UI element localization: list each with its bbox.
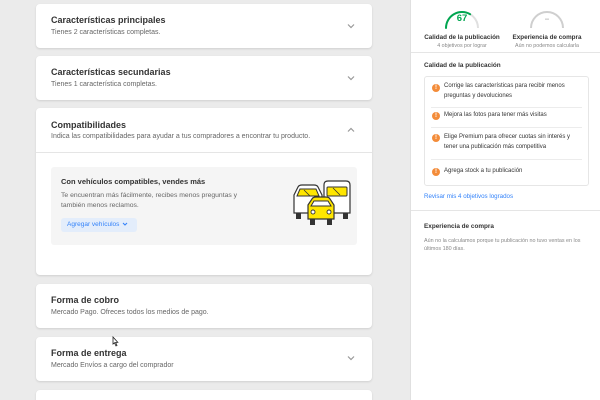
experience-section-title: Experiencia de compra [424, 223, 494, 230]
listing-sections: Características principales Tienes 2 car… [36, 0, 372, 400]
recommendations-list: ! Corrige las características para recib… [424, 76, 589, 186]
card-subtitle: Mercado Pago. Ofreces todos los medios d… [51, 309, 209, 316]
divider [411, 210, 600, 211]
divider [431, 127, 582, 128]
card-subtitle: Indica las compatibilidades para ayudar … [51, 133, 311, 140]
card-title: Características principales [51, 15, 166, 25]
quality-label: Calidad de la publicación [424, 34, 500, 41]
recommendation-item[interactable]: ! Agrega stock a tu publicación [425, 167, 588, 179]
experience-label: Experiencia de compra [512, 34, 582, 41]
card-delivery-method[interactable]: Forma de entrega Mercado Envíos a cargo … [36, 337, 372, 381]
compat-promo-box: Con vehículos compatibles, vendes más Te… [51, 167, 357, 245]
chevron-down-icon [120, 219, 130, 235]
quality-section-title: Calidad de la publicación [424, 62, 501, 69]
recommendation-text: Mejora las fotos para tener más visitas [444, 112, 547, 118]
warning-icon: ! [432, 168, 440, 176]
chevron-down-icon[interactable] [345, 352, 357, 364]
experience-score: -- [545, 17, 549, 23]
card-main-features[interactable]: Características principales Tienes 2 car… [36, 4, 372, 48]
warning-icon: ! [432, 134, 440, 142]
chevron-down-icon[interactable] [345, 20, 357, 32]
mouse-cursor-icon [110, 335, 120, 353]
warning-icon: ! [432, 84, 440, 92]
card-next-section[interactable] [36, 390, 372, 400]
card-title: Características secundarias [51, 67, 171, 77]
add-vehicles-label: Agregar vehículos [67, 221, 120, 228]
divider [431, 159, 582, 160]
quality-score: 67 [456, 13, 468, 24]
recommendation-text: Elige Premium para ofrecer cuotas sin in… [444, 134, 571, 150]
experience-gauge: -- Experiencia de compra Aún no podemos … [507, 8, 587, 49]
quality-gauge: 67 Calidad de la publicación 4 objetivos… [422, 8, 502, 49]
recommendation-text: Corrige las características para recibir… [444, 83, 565, 99]
chevron-up-icon[interactable] [345, 124, 357, 136]
compat-promo-text: Te encuentran más fácilmente, recibes me… [61, 192, 238, 209]
review-achieved-goals-link[interactable]: Revisar mis 4 objetivos logrados [424, 193, 513, 200]
warning-icon: ! [432, 112, 440, 120]
divider [431, 107, 582, 108]
card-title: Compatibilidades [51, 120, 127, 130]
card-subtitle: Tienes 2 características completas. [51, 29, 161, 36]
experience-description: Aún no la calculamos porque tu publicaci… [424, 238, 581, 252]
card-subtitle: Tienes 1 característica completas. [51, 81, 157, 88]
recommendation-item[interactable]: ! Corrige las características para recib… [425, 82, 588, 106]
card-title: Forma de cobro [51, 295, 120, 305]
quality-sub: 4 objetivos por lograr [437, 43, 487, 49]
divider [36, 152, 372, 153]
cars-illustration [288, 179, 354, 232]
recommendation-item[interactable]: ! Elige Premium para ofrecer cuotas sin … [425, 133, 588, 155]
recommendation-text: Agrega stock a tu publicación [444, 168, 523, 174]
card-secondary-features[interactable]: Características secundarias Tienes 1 car… [36, 56, 372, 100]
recommendation-item[interactable]: ! Mejora las fotos para tener más visita… [425, 111, 588, 123]
experience-sub: Aún no podemos calcularla [515, 43, 579, 49]
add-vehicles-button[interactable]: Agregar vehículos [61, 218, 137, 232]
card-subtitle: Mercado Envíos a cargo del comprador [51, 362, 174, 369]
publication-health-panel: 67 Calidad de la publicación 4 objetivos… [410, 0, 600, 400]
card-payment-method[interactable]: Forma de cobro Mercado Pago. Ofreces tod… [36, 284, 372, 328]
chevron-down-icon[interactable] [345, 72, 357, 84]
compat-promo-title: Con vehículos compatibles, vendes más [61, 177, 206, 186]
divider [411, 52, 600, 53]
card-compatibilities: Compatibilidades Indica las compatibilid… [36, 108, 372, 275]
